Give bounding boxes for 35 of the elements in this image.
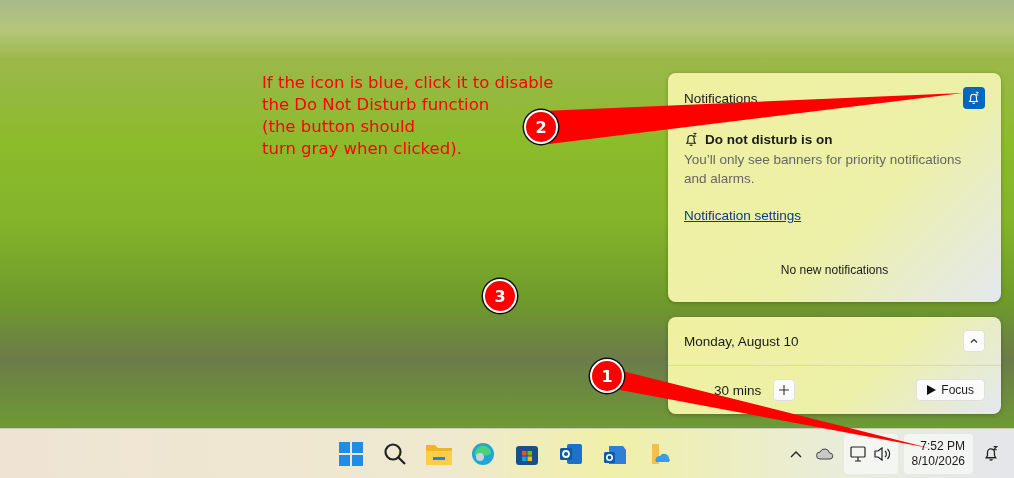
- chevron-up-icon: [969, 336, 979, 346]
- increase-button[interactable]: [773, 379, 796, 401]
- browser-logo-icon: [471, 441, 495, 466]
- step-badge: 2: [524, 110, 558, 144]
- do-not-disturb-button[interactable]: [963, 87, 985, 109]
- status-title: Do not disturb is on: [705, 132, 833, 147]
- focus-duration: 30 mins: [714, 382, 762, 398]
- plus-icon: [779, 385, 790, 395]
- annotation-line: (the button should: [262, 116, 416, 138]
- clock-button[interactable]: 7:52 PM 8/10/2026: [903, 433, 973, 474]
- play-icon: [927, 385, 937, 395]
- empty-message: No new notifications: [780, 263, 889, 277]
- folder-icon: [426, 442, 452, 465]
- bell-snooze-icon: [684, 132, 699, 147]
- focus-button[interactable]: Focus: [916, 379, 985, 401]
- network-icon: [849, 444, 868, 463]
- step-badge: 1: [590, 359, 624, 393]
- chevron-up-icon: [789, 449, 802, 458]
- bell-snooze-icon: [983, 445, 1000, 462]
- annotation-line: If the icon is blue, click it to disable: [262, 72, 554, 94]
- quick-settings-button[interactable]: [843, 433, 898, 474]
- settings-link[interactable]: Notification settings: [684, 208, 802, 223]
- windows-logo-icon: [339, 441, 363, 466]
- speaker-icon: [873, 445, 892, 462]
- status-description: You’ll only see banners for priority notifications and alarms.: [684, 151, 963, 188]
- search-icon: [383, 441, 407, 466]
- date-heading: Monday, August 10: [684, 333, 799, 349]
- collapse-button[interactable]: [963, 330, 985, 352]
- panel-title: Notifications: [684, 90, 758, 106]
- cloud-icon: [815, 447, 834, 460]
- annotation-line: turn gray when clicked).: [262, 138, 462, 160]
- mail-app-icon: [559, 441, 583, 466]
- step-badge: 3: [483, 279, 517, 313]
- annotation-line: the Do Not Disturb function: [262, 94, 490, 116]
- bell-snooze-icon: [967, 91, 981, 105]
